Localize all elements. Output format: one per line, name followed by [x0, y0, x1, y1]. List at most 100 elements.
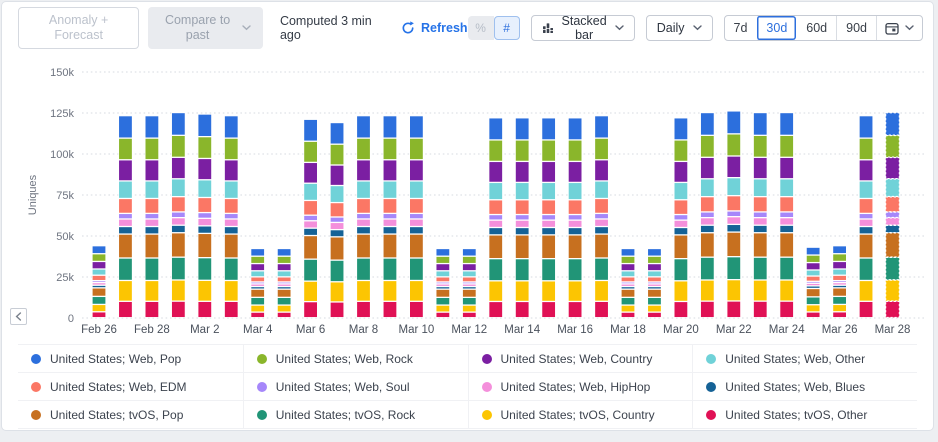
- bar-segment[interactable]: [383, 258, 397, 280]
- bar-segment[interactable]: [542, 118, 556, 140]
- bar-segment[interactable]: [277, 264, 291, 271]
- bar-segment[interactable]: [463, 257, 477, 264]
- bar-segment[interactable]: [172, 197, 186, 212]
- bar-segment[interactable]: [859, 160, 873, 181]
- bar-segment[interactable]: [172, 226, 186, 233]
- bar-segment[interactable]: [859, 227, 873, 234]
- bar-segment[interactable]: [621, 271, 635, 276]
- bar-segment[interactable]: [410, 160, 424, 181]
- bar-segment[interactable]: [357, 181, 371, 198]
- bar-segment[interactable]: [198, 198, 212, 212]
- bar-segment[interactable]: [92, 297, 106, 304]
- bar-segment[interactable]: [754, 136, 768, 157]
- bar-segment[interactable]: [277, 298, 291, 305]
- bar-segment[interactable]: [754, 233, 768, 257]
- bar-segment[interactable]: [410, 281, 424, 301]
- bar-segment[interactable]: [145, 281, 159, 301]
- legend-item[interactable]: United States; tvOS, Rock: [243, 401, 468, 429]
- bar-segment[interactable]: [754, 257, 768, 279]
- bar-segment[interactable]: [277, 312, 291, 317]
- bar-segment[interactable]: [119, 138, 133, 159]
- bar-segment[interactable]: [568, 183, 582, 200]
- bar-segment[interactable]: [674, 228, 688, 235]
- bar-segment[interactable]: [568, 220, 582, 227]
- bar-segment[interactable]: [833, 305, 847, 312]
- range-30d-button[interactable]: 30d: [756, 16, 796, 40]
- bar-segment[interactable]: [277, 249, 291, 256]
- legend-item[interactable]: United States; Web, Rock: [243, 345, 468, 373]
- bar-segment[interactable]: [383, 281, 397, 301]
- bar-segment[interactable]: [330, 165, 344, 185]
- bar-segment[interactable]: [436, 249, 450, 256]
- bar-segment[interactable]: [515, 281, 529, 301]
- bar-segment[interactable]: [833, 283, 847, 285]
- bar-segment[interactable]: [648, 289, 662, 297]
- bar-segment[interactable]: [357, 234, 371, 257]
- bar-segment[interactable]: [701, 158, 715, 179]
- bar-segment[interactable]: [383, 214, 397, 219]
- bar-mar-25[interactable]: [806, 247, 820, 317]
- bar-segment[interactable]: [515, 259, 529, 281]
- bar-segment[interactable]: [542, 215, 556, 220]
- bar-segment[interactable]: [489, 228, 503, 235]
- bar-segment[interactable]: [859, 138, 873, 159]
- bar-segment[interactable]: [674, 259, 688, 281]
- bar-segment[interactable]: [648, 277, 662, 281]
- bar-segment[interactable]: [780, 179, 794, 196]
- bar-segment[interactable]: [542, 235, 556, 258]
- bar-segment[interactable]: [701, 257, 715, 279]
- bar-segment[interactable]: [198, 219, 212, 226]
- bar-segment[interactable]: [595, 214, 609, 219]
- bar-mar-21[interactable]: [701, 113, 715, 318]
- bar-segment[interactable]: [92, 283, 106, 285]
- bar-segment[interactable]: [621, 264, 635, 271]
- bar-segment[interactable]: [119, 116, 133, 138]
- bar-segment[interactable]: [92, 262, 106, 269]
- bar-segment[interactable]: [463, 264, 477, 271]
- bar-segment[interactable]: [463, 305, 477, 311]
- bar-segment[interactable]: [436, 282, 450, 283]
- bar-mar-13[interactable]: [489, 118, 503, 317]
- bar-segment[interactable]: [886, 280, 900, 301]
- bar-mar-19[interactable]: [648, 249, 662, 318]
- bar-segment[interactable]: [277, 284, 291, 286]
- bar-segment[interactable]: [754, 212, 768, 217]
- bar-mar-23[interactable]: [754, 113, 768, 318]
- bar-segment[interactable]: [251, 257, 265, 264]
- bar-segment[interactable]: [568, 235, 582, 258]
- bar-segment[interactable]: [172, 113, 186, 135]
- bar-segment[interactable]: [674, 235, 688, 258]
- bar-segment[interactable]: [515, 215, 529, 220]
- bar-segment[interactable]: [621, 277, 635, 281]
- bar-segment[interactable]: [277, 289, 291, 297]
- bar-segment[interactable]: [489, 259, 503, 281]
- bar-segment[interactable]: [727, 280, 741, 301]
- bar-segment[interactable]: [489, 162, 503, 182]
- bar-segment[interactable]: [886, 257, 900, 279]
- bar-segment[interactable]: [145, 302, 159, 318]
- bar-segment[interactable]: [886, 179, 900, 196]
- bar-segment[interactable]: [410, 302, 424, 318]
- bar-segment[interactable]: [701, 301, 715, 317]
- bar-segment[interactable]: [357, 160, 371, 181]
- legend-item[interactable]: United States; Web, Country: [468, 345, 693, 373]
- bar-segment[interactable]: [568, 162, 582, 182]
- bar-segment[interactable]: [225, 138, 239, 159]
- bar-segment[interactable]: [489, 215, 503, 220]
- bar-segment[interactable]: [172, 158, 186, 179]
- bar-segment[interactable]: [145, 199, 159, 213]
- bar-segment[interactable]: [674, 302, 688, 318]
- bar-segment[interactable]: [357, 302, 371, 318]
- bar-segment[interactable]: [463, 312, 477, 317]
- bar-segment[interactable]: [225, 258, 239, 280]
- bar-segment[interactable]: [410, 138, 424, 159]
- bar-segment[interactable]: [515, 220, 529, 227]
- bar-segment[interactable]: [330, 230, 344, 237]
- bar-segment[interactable]: [833, 276, 847, 281]
- collapse-panel-button[interactable]: [10, 308, 27, 325]
- bar-segment[interactable]: [780, 158, 794, 179]
- bar-segment[interactable]: [780, 280, 794, 301]
- bar-segment[interactable]: [304, 281, 318, 301]
- compare-to-past-dropdown[interactable]: Compare to past: [148, 7, 263, 49]
- bar-segment[interactable]: [172, 301, 186, 317]
